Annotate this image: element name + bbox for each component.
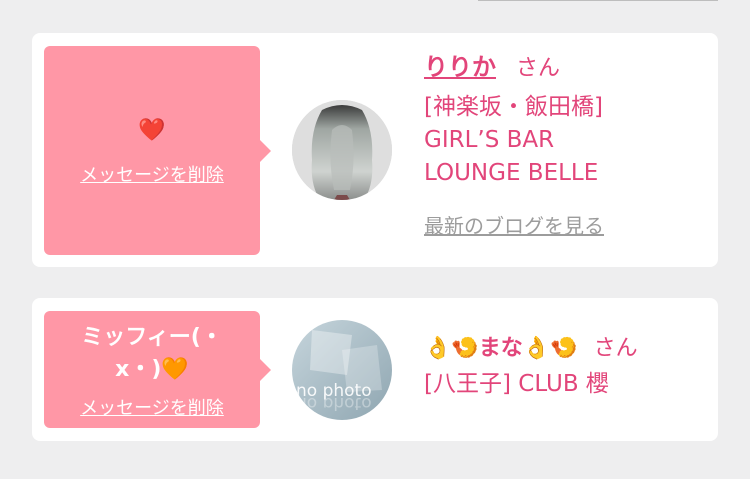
shop-name: [神楽坂・飯田橋] GIRL’S BAR LOUNGE BELLE: [424, 94, 603, 186]
latest-blog-link[interactable]: 最新のブログを見る: [424, 210, 604, 239]
favorite-card: ミッフィー(・ x・)🧡 メッセージを削除 no photo no photo …: [32, 298, 718, 441]
honorific: さん: [516, 56, 561, 81]
message-text: ミッフィー(・ x・)🧡: [71, 322, 233, 386]
avatar[interactable]: [292, 100, 392, 200]
cast-info: 👌🍤まな👌🍤 さん [八王子] CLUB 櫻: [424, 330, 708, 401]
honorific: さん: [593, 336, 638, 361]
cast-name-link[interactable]: 👌🍤まな👌🍤: [424, 330, 578, 362]
message-line: ミッフィー(・: [81, 324, 223, 350]
delete-message-link[interactable]: メッセージを削除: [80, 161, 224, 187]
avatar-photo-icon: [292, 100, 392, 200]
message-bubble: ❤️ メッセージを削除: [44, 46, 271, 255]
avatar-text-reflection: no photo: [296, 393, 372, 413]
top-divider: [478, 0, 718, 1]
cast-info: りりか さん [神楽坂・飯田橋] GIRL’S BAR LOUNGE BELLE…: [424, 47, 708, 239]
message-line: x・)🧡: [115, 356, 189, 382]
message-text: ❤️: [138, 117, 166, 143]
delete-message-link[interactable]: メッセージを削除: [80, 394, 224, 420]
name-row: りりか さん: [424, 47, 708, 82]
message-bubble: ミッフィー(・ x・)🧡 メッセージを削除: [44, 311, 271, 428]
cast-name-link[interactable]: りりか: [424, 47, 496, 82]
shop-name: [八王子] CLUB 櫻: [424, 371, 609, 397]
favorite-card: ❤️ メッセージを削除 りりか さん [神楽坂・飯田橋] GIRL’S BAR …: [32, 33, 718, 267]
no-photo-placeholder-icon: no photo no photo: [292, 320, 392, 420]
name-row: 👌🍤まな👌🍤 さん: [424, 330, 708, 362]
avatar[interactable]: no photo no photo: [292, 320, 392, 420]
